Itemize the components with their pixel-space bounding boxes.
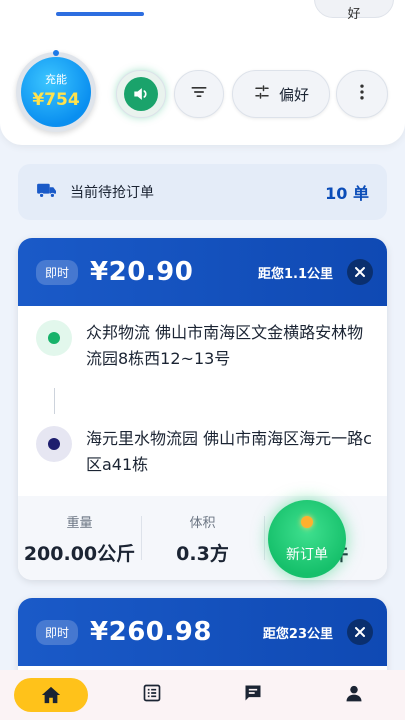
recharge-circle: 充能 ¥754 xyxy=(21,57,91,127)
stat-value: 0.3方 xyxy=(176,543,229,565)
pending-label: 当前待抢订单 xyxy=(70,185,154,201)
notification-dot-icon xyxy=(301,516,313,528)
home-icon xyxy=(13,678,88,712)
speaker-icon xyxy=(124,77,158,111)
nav-home[interactable] xyxy=(0,670,101,720)
pending-count: 10 单 xyxy=(325,184,369,203)
new-order-button[interactable]: 新订单 xyxy=(268,500,346,578)
recharge-label: 充能 xyxy=(45,73,67,86)
sound-toggle-button[interactable] xyxy=(116,70,166,118)
recharge-button[interactable]: 充能 ¥754 xyxy=(16,50,96,132)
preference-button[interactable]: 偏好 xyxy=(232,70,330,118)
stat-volume: 体积 0.3方 xyxy=(141,496,264,580)
stat-value: 200.00公斤 xyxy=(23,543,136,565)
dropoff-text: 海元里水物流园 佛山市南海区海元一路c区a41栋 xyxy=(86,429,372,474)
route-connector xyxy=(54,388,55,414)
stat-weight: 重量 200.00公斤 xyxy=(18,496,141,580)
pickup-address: 众邦物流 佛山市南海区文金横路安林物流园8栋西12~13号 xyxy=(36,320,376,372)
pickup-text: 众邦物流 佛山市南海区文金横路安林物流园8栋西12~13号 xyxy=(86,323,364,368)
profile-icon xyxy=(344,683,364,707)
bottom-nav xyxy=(0,670,405,720)
preference-label: 偏好 xyxy=(278,85,309,104)
nav-orders[interactable] xyxy=(101,670,202,720)
immediate-badge: 即时 xyxy=(36,619,79,645)
immediate-badge: 即时 xyxy=(36,259,79,285)
new-order-label: 新订单 xyxy=(286,547,328,563)
recharge-amount: ¥754 xyxy=(32,90,80,110)
nav-messages[interactable] xyxy=(203,670,304,720)
close-icon[interactable] xyxy=(347,259,373,285)
more-button[interactable] xyxy=(336,70,388,118)
recharge-indicator-dot xyxy=(53,50,59,56)
filter-icon xyxy=(189,82,209,106)
order-card-header: 即时 ¥20.90 距您1.1公里 xyxy=(18,238,387,306)
stat-label: 体积 xyxy=(189,516,216,531)
truck-icon xyxy=(36,181,58,203)
nav-profile[interactable] xyxy=(304,670,405,720)
corner-label: 好 xyxy=(347,7,361,22)
pickup-dot-icon xyxy=(36,320,72,356)
dropoff-address: 海元里水物流园 佛山市南海区海元一路c区a41栋 xyxy=(36,426,376,478)
pending-orders-bar: 当前待抢订单 10 单 xyxy=(18,164,387,220)
more-vertical-icon xyxy=(352,82,372,106)
order-distance: 距您1.1公里 xyxy=(257,266,333,282)
list-icon xyxy=(142,683,162,707)
order-card-header: 即时 ¥260.98 距您23公里 xyxy=(18,598,387,666)
filter-button[interactable] xyxy=(174,70,224,118)
sliders-icon xyxy=(253,83,279,105)
top-header: 好 充能 ¥754 偏好 xyxy=(0,0,405,145)
tab-indicator xyxy=(56,12,144,16)
order-price: ¥20.90 xyxy=(90,257,194,287)
order-distance: 距您23公里 xyxy=(262,626,333,642)
stat-label: 重量 xyxy=(66,516,93,531)
message-icon xyxy=(243,683,263,707)
dropoff-dot-icon xyxy=(36,426,72,462)
close-icon[interactable] xyxy=(347,619,373,645)
order-price: ¥260.98 xyxy=(90,617,212,647)
corner-preference-button[interactable]: 好 xyxy=(314,0,394,22)
